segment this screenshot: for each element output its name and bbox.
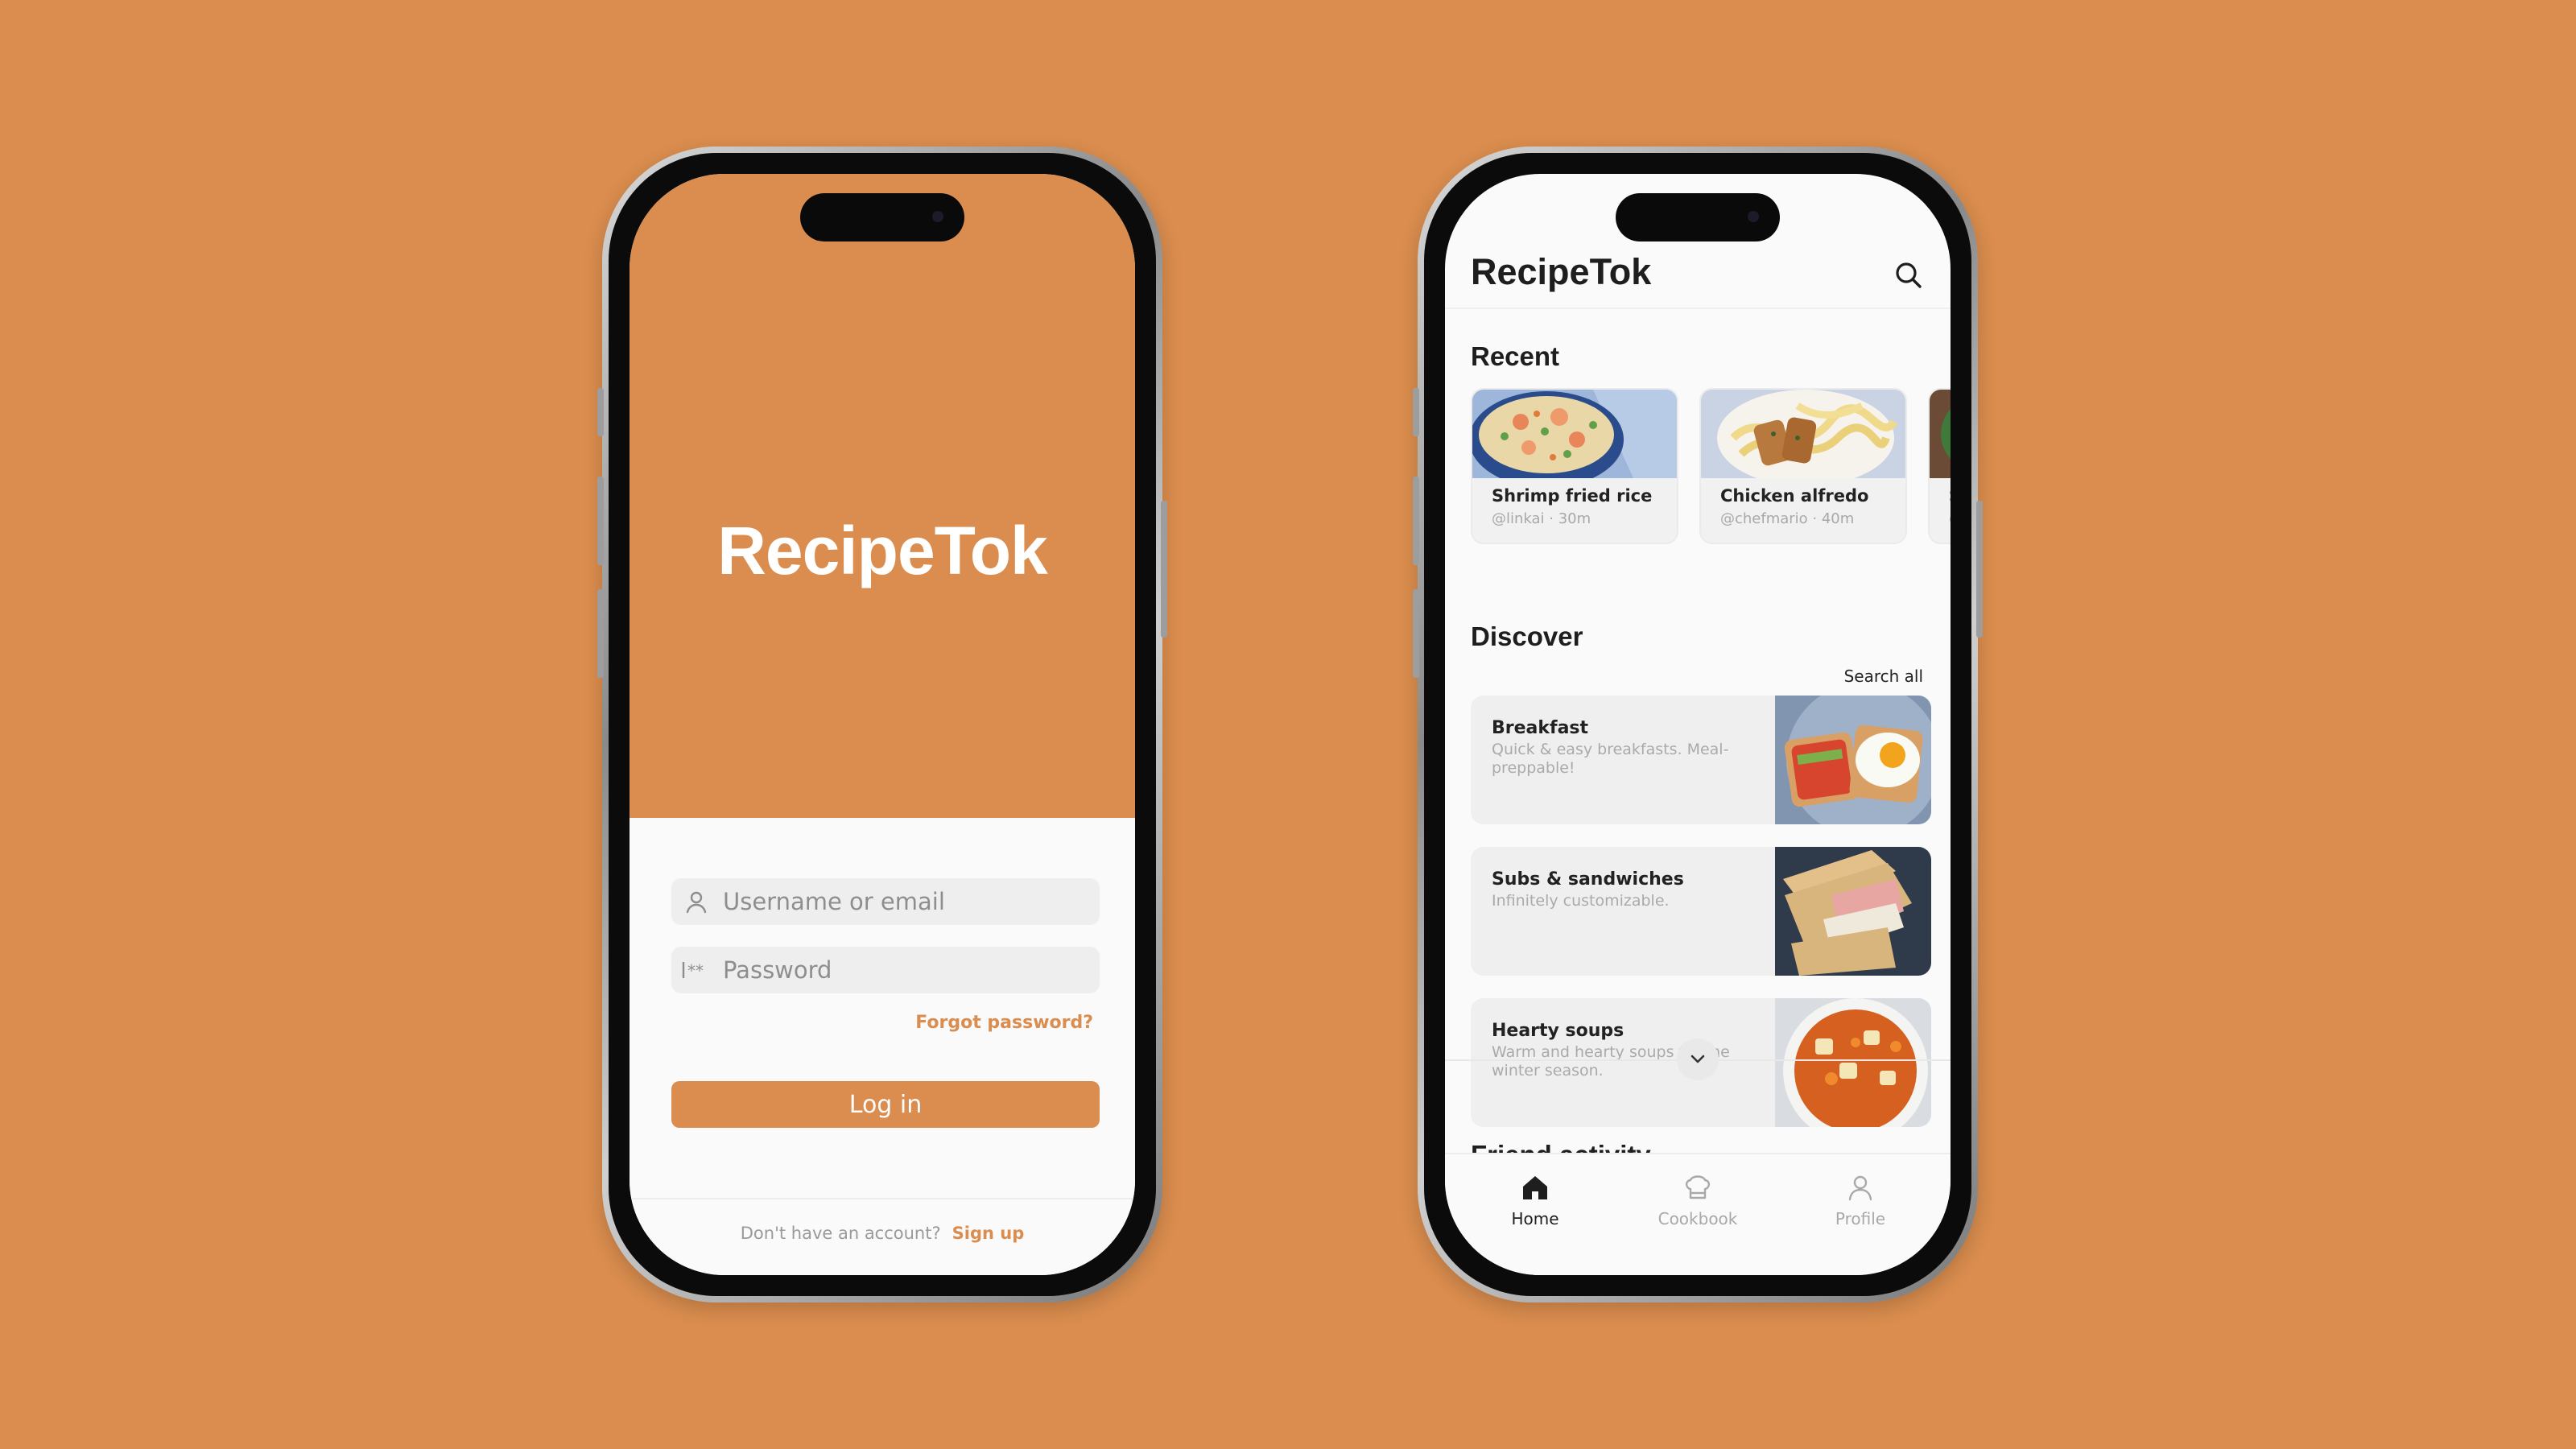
search-all-link[interactable]: Search all xyxy=(1844,667,1923,686)
password-icon: ** xyxy=(671,960,721,980)
login-form-sheet: ** Forgot password? Log in Don't have an… xyxy=(630,818,1135,1275)
recent-card-title: Chicken alfredo xyxy=(1720,486,1869,506)
app-logo: RecipeTok xyxy=(1471,251,1652,292)
app-logo: RecipeTok xyxy=(717,513,1048,588)
discover-card-title: Breakfast xyxy=(1492,718,1589,738)
login-button[interactable]: Log in xyxy=(671,1081,1100,1128)
signup-prompt: Don't have an account? xyxy=(740,1224,941,1243)
search-icon xyxy=(1896,262,1922,288)
tab-home[interactable]: Home xyxy=(1479,1174,1591,1228)
chef-hat-icon xyxy=(1685,1175,1711,1199)
volume-down-button xyxy=(1413,589,1419,678)
tab-label: Profile xyxy=(1835,1209,1886,1228)
tab-profile[interactable]: Profile xyxy=(1804,1174,1917,1228)
volume-up-button xyxy=(597,477,604,565)
discover-section-title: Discover xyxy=(1471,621,1583,651)
tab-bar: Home Cookbook Profile xyxy=(1445,1153,1951,1275)
phone-bezel: RecipeTok ** Forgot password? Log in xyxy=(609,153,1156,1296)
dynamic-island xyxy=(800,193,964,242)
signup-row: Don't have an account? Sign up xyxy=(630,1198,1135,1275)
discover-card[interactable]: Subs & sandwiches Infinitely customizabl… xyxy=(1471,847,1931,976)
recent-card[interactable]: Chicken alfredo @chefmario · 40m xyxy=(1699,388,1907,544)
discover-card-title: Hearty soups xyxy=(1492,1021,1624,1041)
recent-card-meta: @chefmario · 40m xyxy=(1720,510,1855,527)
volume-down-button xyxy=(597,589,604,678)
login-hero: RecipeTok xyxy=(630,174,1135,818)
chevron-down-icon xyxy=(1690,1055,1705,1063)
recent-section-title: Recent xyxy=(1471,341,1560,371)
discover-card-title: Subs & sandwiches xyxy=(1492,869,1684,890)
tab-label: Home xyxy=(1511,1209,1559,1228)
signup-link[interactable]: Sign up xyxy=(952,1224,1025,1243)
discover-card[interactable]: Breakfast Quick & easy breakfasts. Meal-… xyxy=(1471,696,1931,824)
action-button xyxy=(1413,388,1419,436)
recipe-photo xyxy=(1930,390,1951,478)
profile-icon xyxy=(1848,1175,1872,1201)
volume-up-button xyxy=(1413,477,1419,565)
power-button xyxy=(1976,501,1983,638)
expand-discover-button[interactable] xyxy=(1677,1038,1719,1080)
password-field[interactable]: ** xyxy=(671,947,1100,993)
svg-text:**: ** xyxy=(687,961,704,980)
login-phone: RecipeTok ** Forgot password? Log in xyxy=(597,147,1167,1302)
phone-bezel: RecipeTok Recent Shrimp fried rice @link… xyxy=(1424,153,1971,1296)
user-icon xyxy=(671,889,721,914)
password-input[interactable] xyxy=(721,956,1079,985)
search-button[interactable] xyxy=(1891,258,1926,293)
dynamic-island xyxy=(1616,193,1780,242)
sandwich-photo xyxy=(1775,847,1931,976)
recent-card-meta: @ xyxy=(1949,510,1951,527)
forgot-password-link[interactable]: Forgot password? xyxy=(915,1013,1093,1033)
shrimp-fried-rice-photo xyxy=(1472,390,1677,478)
username-input[interactable] xyxy=(721,887,1079,916)
recent-card[interactable]: S @ xyxy=(1928,388,1951,544)
soup-photo xyxy=(1775,998,1931,1127)
home-phone: RecipeTok Recent Shrimp fried rice @link… xyxy=(1413,147,1983,1302)
chicken-alfredo-photo xyxy=(1701,390,1905,478)
power-button xyxy=(1161,501,1167,638)
recent-card-title: S xyxy=(1949,486,1951,506)
discover-card-description: Quick & easy breakfasts. Meal-preppable! xyxy=(1492,741,1729,777)
username-field[interactable] xyxy=(671,878,1100,925)
recent-card[interactable]: Shrimp fried rice @linkai · 30m xyxy=(1471,388,1678,544)
home-screen: RecipeTok Recent Shrimp fried rice @link… xyxy=(1445,174,1951,1275)
recent-card-title: Shrimp fried rice xyxy=(1492,486,1653,506)
recent-card-meta: @linkai · 30m xyxy=(1492,510,1591,527)
tab-label: Cookbook xyxy=(1657,1209,1738,1228)
action-button xyxy=(597,388,604,436)
login-screen: RecipeTok ** Forgot password? Log in xyxy=(630,174,1135,1275)
home-icon xyxy=(1523,1176,1547,1199)
discover-card-description: Infinitely customizable. xyxy=(1492,892,1670,910)
breakfast-photo xyxy=(1775,696,1931,824)
tab-cookbook[interactable]: Cookbook xyxy=(1641,1174,1754,1228)
